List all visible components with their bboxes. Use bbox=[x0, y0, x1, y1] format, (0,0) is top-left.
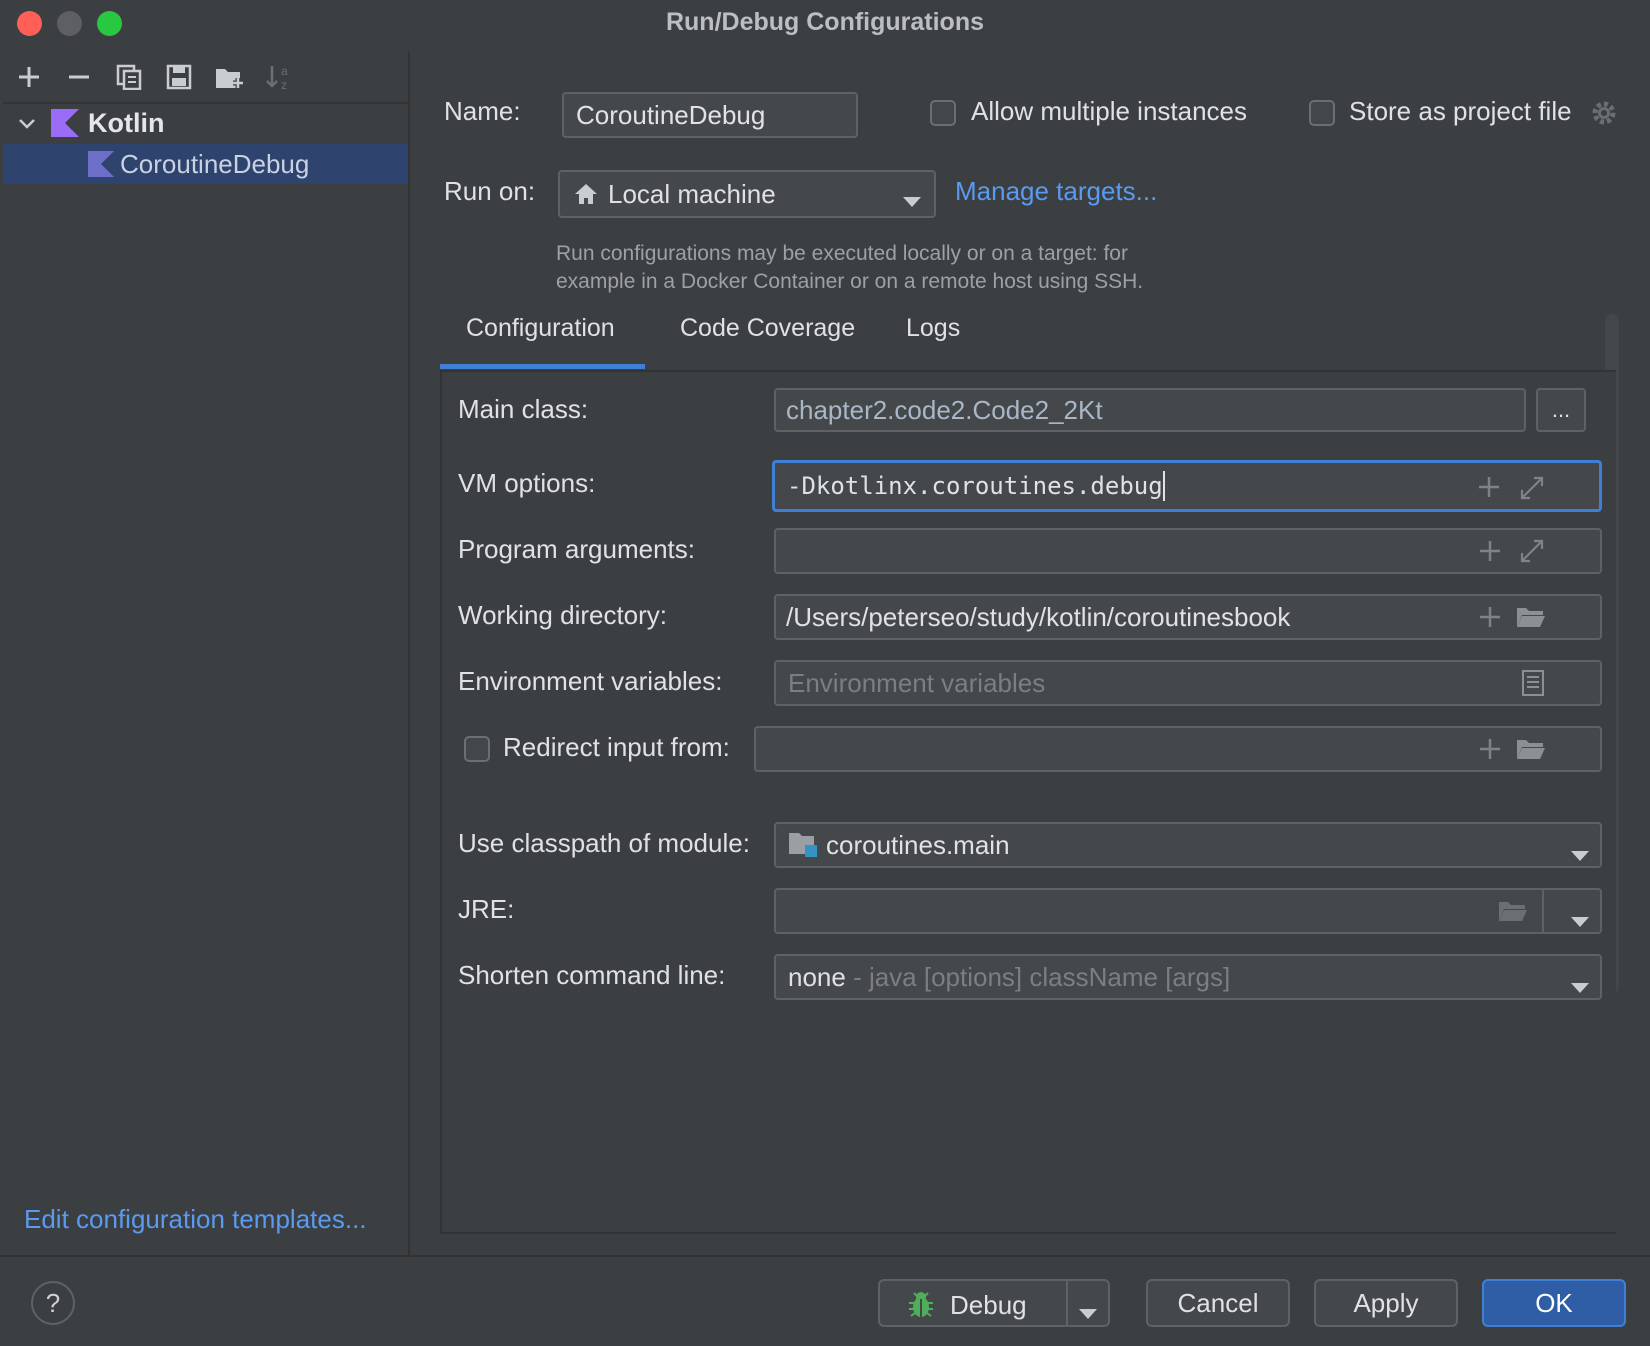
document-icon[interactable] bbox=[1522, 670, 1544, 701]
redirect-input-field[interactable] bbox=[754, 726, 1602, 772]
footer-separator bbox=[0, 1255, 1650, 1257]
module-icon bbox=[788, 831, 818, 859]
expand-icon[interactable] bbox=[1519, 538, 1545, 569]
kotlin-icon bbox=[51, 109, 79, 142]
run-on-value: Local machine bbox=[608, 178, 776, 209]
debug-button[interactable]: Debug bbox=[878, 1279, 1110, 1327]
configuration-tab-panel: Main class: chapter2.code2.Code2_2Kt ...… bbox=[440, 370, 1616, 1234]
active-tab-indicator bbox=[440, 364, 645, 369]
remove-icon[interactable] bbox=[62, 60, 96, 94]
apply-button[interactable]: Apply bbox=[1314, 1279, 1458, 1327]
configuration-editor: Name: CoroutineDebug Allow multiple inst… bbox=[410, 52, 1650, 1255]
tab-code-coverage[interactable]: Code Coverage bbox=[680, 314, 855, 343]
chevron-down-icon[interactable] bbox=[1570, 905, 1590, 932]
store-as-project-file-label: Store as project file bbox=[1349, 96, 1572, 126]
environment-variables-label: Environment variables: bbox=[458, 666, 723, 696]
name-field[interactable]: CoroutineDebug bbox=[562, 92, 858, 138]
tab-logs[interactable]: Logs bbox=[906, 314, 960, 343]
run-on-label: Run on: bbox=[444, 176, 536, 206]
folder-icon[interactable] bbox=[1516, 737, 1546, 766]
chevron-down-icon[interactable] bbox=[1078, 1297, 1098, 1328]
run-on-dropdown[interactable]: Local machine bbox=[558, 170, 936, 218]
vm-options-field[interactable]: -Dkotlinx.coroutines.debug bbox=[772, 460, 1602, 512]
main-class-label: Main class: bbox=[458, 394, 589, 424]
classpath-module-value: coroutines.main bbox=[826, 829, 1010, 860]
tree-group-kotlin[interactable]: Kotlin bbox=[3, 104, 408, 144]
add-icon[interactable] bbox=[1479, 540, 1501, 567]
sidebar-toolbar: az bbox=[3, 52, 408, 104]
window-title: Run/Debug Configurations bbox=[665, 8, 985, 36]
new-folder-icon[interactable] bbox=[212, 60, 246, 94]
shorten-command-line-dropdown[interactable]: none - java [options] className [args] bbox=[774, 954, 1602, 1000]
add-icon[interactable] bbox=[1479, 738, 1501, 765]
redirect-input-checkbox[interactable] bbox=[464, 736, 490, 762]
add-icon[interactable] bbox=[12, 60, 46, 94]
sort-icon[interactable]: az bbox=[262, 60, 296, 94]
tree-item-label: CoroutineDebug bbox=[120, 149, 310, 179]
redirect-input-label: Redirect input from: bbox=[503, 732, 730, 762]
program-arguments-label: Program arguments: bbox=[458, 534, 695, 564]
title-bar: Run/Debug Configurations bbox=[0, 0, 1650, 48]
use-classpath-label: Use classpath of module: bbox=[458, 828, 750, 858]
shorten-value: none bbox=[788, 961, 846, 992]
cancel-button[interactable]: Cancel bbox=[1146, 1279, 1290, 1327]
main-class-browse-button[interactable]: ... bbox=[1536, 388, 1586, 432]
environment-variables-field[interactable]: Environment variables bbox=[774, 660, 1602, 706]
home-icon bbox=[574, 183, 598, 205]
divider bbox=[1542, 890, 1544, 932]
help-button[interactable]: ? bbox=[31, 1281, 75, 1325]
working-directory-label: Working directory: bbox=[458, 600, 668, 630]
chevron-down-icon bbox=[1570, 971, 1590, 998]
allow-multiple-instances-checkbox[interactable] bbox=[930, 100, 956, 126]
tree-item-coroutinedebug[interactable]: CoroutineDebug bbox=[3, 144, 408, 184]
shorten-description: - java [options] className [args] bbox=[845, 961, 1231, 992]
vm-options-value: -Dkotlinx.coroutines.debug bbox=[787, 472, 1163, 500]
chevron-down-icon bbox=[1570, 839, 1590, 866]
main-class-field[interactable]: chapter2.code2.Code2_2Kt bbox=[774, 388, 1526, 432]
divider bbox=[1066, 1281, 1068, 1325]
vm-options-label: VM options: bbox=[458, 468, 596, 498]
expand-icon[interactable] bbox=[1519, 475, 1545, 507]
tab-configuration[interactable]: Configuration bbox=[466, 314, 615, 343]
jre-field[interactable] bbox=[774, 888, 1602, 934]
svg-text:z: z bbox=[281, 78, 287, 92]
debug-button-label: Debug bbox=[950, 1290, 1027, 1320]
folder-icon[interactable] bbox=[1498, 899, 1528, 930]
bug-icon bbox=[908, 1291, 934, 1326]
gear-icon[interactable] bbox=[1590, 99, 1618, 132]
add-icon[interactable] bbox=[1478, 476, 1500, 504]
run-targets-hint-line2: example in a Docker Container or on a re… bbox=[556, 270, 1144, 293]
tree-group-label: Kotlin bbox=[88, 108, 165, 138]
jre-label: JRE: bbox=[458, 894, 515, 924]
shorten-command-line-label: Shorten command line: bbox=[458, 960, 726, 990]
kotlin-run-config-icon bbox=[88, 151, 114, 182]
add-icon[interactable] bbox=[1479, 606, 1501, 633]
run-debug-configurations-dialog: Run/Debug Configurations az Kotlin Corou… bbox=[0, 0, 1650, 1346]
run-targets-hint-line1: Run configurations may be executed local… bbox=[556, 242, 1128, 265]
edit-configuration-templates-link[interactable]: Edit configuration templates... bbox=[24, 1204, 367, 1235]
name-label: Name: bbox=[444, 96, 521, 126]
text-cursor bbox=[1162, 471, 1165, 501]
ok-button[interactable]: OK bbox=[1482, 1279, 1626, 1327]
copy-icon[interactable] bbox=[112, 60, 146, 94]
configurations-sidebar: az Kotlin CoroutineDebug Edit configurat… bbox=[3, 52, 410, 1255]
chevron-down-icon bbox=[902, 186, 922, 216]
save-icon[interactable] bbox=[162, 60, 196, 94]
classpath-module-dropdown[interactable]: coroutines.main bbox=[774, 822, 1602, 868]
store-as-project-file-checkbox[interactable] bbox=[1309, 100, 1335, 126]
manage-targets-link[interactable]: Manage targets... bbox=[955, 176, 1157, 207]
program-arguments-field[interactable] bbox=[774, 528, 1602, 574]
environment-variables-placeholder: Environment variables bbox=[788, 667, 1046, 698]
svg-text:a: a bbox=[281, 64, 288, 78]
config-tabs: Configuration Code Coverage Logs bbox=[440, 314, 1590, 362]
allow-multiple-instances-label: Allow multiple instances bbox=[971, 96, 1248, 126]
folder-icon[interactable] bbox=[1516, 605, 1546, 634]
working-directory-field[interactable]: /Users/peterseo/study/kotlin/coroutinesb… bbox=[774, 594, 1602, 640]
chevron-down-icon[interactable] bbox=[17, 114, 37, 139]
